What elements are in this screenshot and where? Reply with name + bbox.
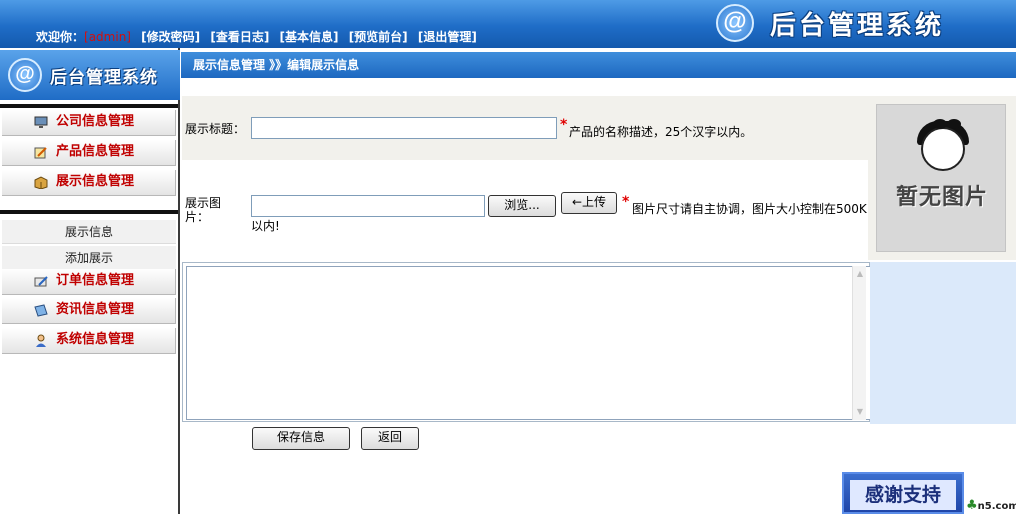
sidebar-title: 后台管理系统: [50, 67, 158, 88]
support-label: 感谢支持: [850, 480, 956, 510]
sidebar-item-label: 产品信息管理: [56, 144, 135, 159]
bow-icon: [947, 119, 961, 129]
sidebar: @ 后台管理系统 公司信息管理 产品信息管理 展示信息管理 展示信息 添加展示 …: [0, 48, 180, 514]
at-logo-icon: @: [716, 4, 754, 42]
at-logo-icon: @: [8, 58, 42, 92]
header-logo: @ 后台管理系统: [716, 4, 944, 42]
required-mark: *: [560, 117, 568, 133]
upload-button[interactable]: ←上传: [561, 192, 617, 214]
top-header: 欢迎你：[admin] [修改密码] [查看日志] [基本信息] [预览前台] …: [0, 0, 1016, 48]
sidebar-item-label: 展示信息管理: [56, 174, 135, 189]
sidebar-subitem-display-list[interactable]: 展示信息: [2, 220, 176, 244]
sidebar-item-label: 系统信息管理: [56, 332, 135, 347]
order-edit-icon: [34, 276, 48, 287]
logout-link[interactable]: [退出管理]: [418, 30, 477, 44]
bow-icon: [933, 119, 947, 129]
user-icon: [36, 334, 46, 347]
scroll-down-icon[interactable]: ▼: [855, 407, 865, 417]
divider: [0, 104, 178, 108]
sidebar-item-display[interactable]: 展示信息管理: [2, 170, 176, 196]
sidebar-item-system[interactable]: 系统信息管理: [2, 328, 176, 354]
content-textarea[interactable]: [186, 266, 872, 420]
edit-note-icon: [34, 147, 47, 159]
content-editor: ▲ ▼: [182, 262, 872, 422]
required-mark: *: [622, 194, 630, 210]
side-panel: [870, 262, 1016, 424]
back-button[interactable]: 返回: [361, 427, 419, 450]
image-preview-panel: 暂无图片: [868, 96, 1016, 260]
sidebar-item-label: 资讯信息管理: [56, 302, 135, 317]
sidebar-item-news[interactable]: 资讯信息管理: [2, 298, 176, 324]
sidebar-item-label: 公司信息管理: [56, 114, 135, 129]
news-icon: [34, 304, 48, 317]
image-hint-cont: 以内!: [251, 219, 280, 233]
view-log-link[interactable]: [查看日志]: [210, 30, 269, 44]
sidebar-item-product[interactable]: 产品信息管理: [2, 140, 176, 166]
sidebar-logo: @ 后台管理系统: [0, 50, 180, 100]
label-cell: 展示图 片：: [182, 160, 248, 260]
breadcrumb: 展示信息管理 》》编辑展示信息: [181, 52, 1016, 78]
sidebar-subitem-add-display[interactable]: 添加展示: [2, 246, 176, 270]
monitor-icon: [34, 116, 48, 128]
username: [admin]: [84, 30, 131, 44]
top-nav: 欢迎你：[admin] [修改密码] [查看日志] [基本信息] [预览前台] …: [36, 28, 477, 45]
sidebar-item-label: 订单信息管理: [56, 273, 135, 288]
welcome-label: 欢迎你：: [36, 30, 85, 44]
browse-button[interactable]: 浏览...: [488, 195, 556, 217]
label-cell: 展示标题：: [182, 96, 248, 160]
leaf-icon: ♣: [966, 498, 978, 513]
image-label-cont: 片：: [185, 210, 210, 224]
package-icon: [34, 176, 48, 189]
title-label: 展示标题：: [185, 122, 246, 136]
title-input[interactable]: [251, 117, 557, 139]
preview-frontend-link[interactable]: [预览前台]: [349, 30, 408, 44]
basic-info-link[interactable]: [基本信息]: [280, 30, 339, 44]
form-row-image: 展示图 片： 浏览... ←上传 * 图片尺寸请自主协调，图片大小控制在500K…: [182, 160, 868, 260]
image-preview: 暂无图片: [876, 104, 1006, 252]
placeholder-face-icon: [921, 127, 965, 171]
title-hint: 产品的名称描述，25个汉字以内。: [569, 125, 753, 139]
image-path-input[interactable]: [251, 195, 485, 217]
site-watermark: ♣n5.com: [966, 498, 1016, 513]
support-banner[interactable]: 感谢支持: [842, 472, 964, 514]
editor-scrollbar[interactable]: ▲ ▼: [852, 266, 866, 420]
site-suffix: n5.com: [977, 501, 1016, 512]
no-image-text: 暂无图片: [895, 185, 988, 210]
system-title: 后台管理系统: [770, 10, 945, 41]
sidebar-item-company[interactable]: 公司信息管理: [2, 110, 176, 136]
change-password-link[interactable]: [修改密码]: [141, 30, 200, 44]
divider: [0, 210, 178, 214]
sidebar-item-orders[interactable]: 订单信息管理: [2, 269, 176, 295]
image-hint: 图片尺寸请自主协调，图片大小控制在500K: [632, 202, 867, 216]
form-row-title: 展示标题： * 产品的名称描述，25个汉字以内。: [182, 96, 868, 160]
scroll-up-icon[interactable]: ▲: [855, 269, 865, 279]
save-button[interactable]: 保存信息: [252, 427, 350, 450]
